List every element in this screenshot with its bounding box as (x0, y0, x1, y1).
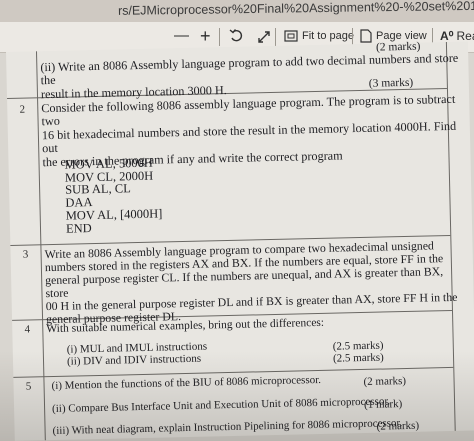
pdf-page: (2 marks) (ii) Write an 8086 Assembly la… (6, 41, 474, 441)
fit-to-page-button[interactable]: Fit to page (284, 26, 354, 46)
q5-item-marks: (2 marks) (363, 375, 407, 388)
toolbar-divider (275, 28, 276, 46)
question-number: 4 (24, 323, 31, 336)
fit-to-page-label: Fit to page (302, 30, 354, 42)
q5-item-marks: (2 marks) (376, 419, 420, 433)
q5-item: (iii) With neat diagram, explain Instruc… (52, 417, 403, 438)
q5-item: (i) Mention the functions of the BIU of … (51, 373, 322, 393)
question-number: 5 (25, 380, 32, 393)
question-number: 2 (19, 103, 26, 116)
question-number: 3 (22, 248, 29, 261)
zoom-out-button[interactable]: — (174, 26, 189, 46)
browser-tab-bar: rs/EJMicroprocessor%20Final%20Assignment… (0, 0, 474, 23)
q5-item: (ii) Compare Bus Interface Unit and Exec… (51, 395, 391, 416)
q4-item: (ii) DIV and IDIV instructions (66, 352, 202, 368)
q1-marks: (3 marks) (368, 76, 414, 90)
fullscreen-icon[interactable] (256, 26, 272, 46)
fit-page-icon (284, 30, 298, 42)
rotate-icon[interactable] (228, 26, 246, 46)
page-view-icon (360, 29, 372, 43)
code-line: MOV AL, [4000H] (65, 206, 163, 223)
toolbar-divider (219, 28, 220, 46)
q3-text: Write an 8086 Assembly language program … (44, 238, 464, 326)
code-line: END (65, 220, 92, 236)
tab-title[interactable]: rs/EJMicroprocessor%20Final%20Assignment… (118, 0, 474, 18)
zoom-in-button[interactable]: + (200, 26, 211, 46)
q5-item-marks: (1 mark) (363, 398, 403, 411)
q2-code-block: MOV AL, 5000H MOV CL, 2000H SUB AL, CL D… (64, 156, 163, 236)
q4-item-marks: (2.5 marks) (332, 351, 384, 365)
